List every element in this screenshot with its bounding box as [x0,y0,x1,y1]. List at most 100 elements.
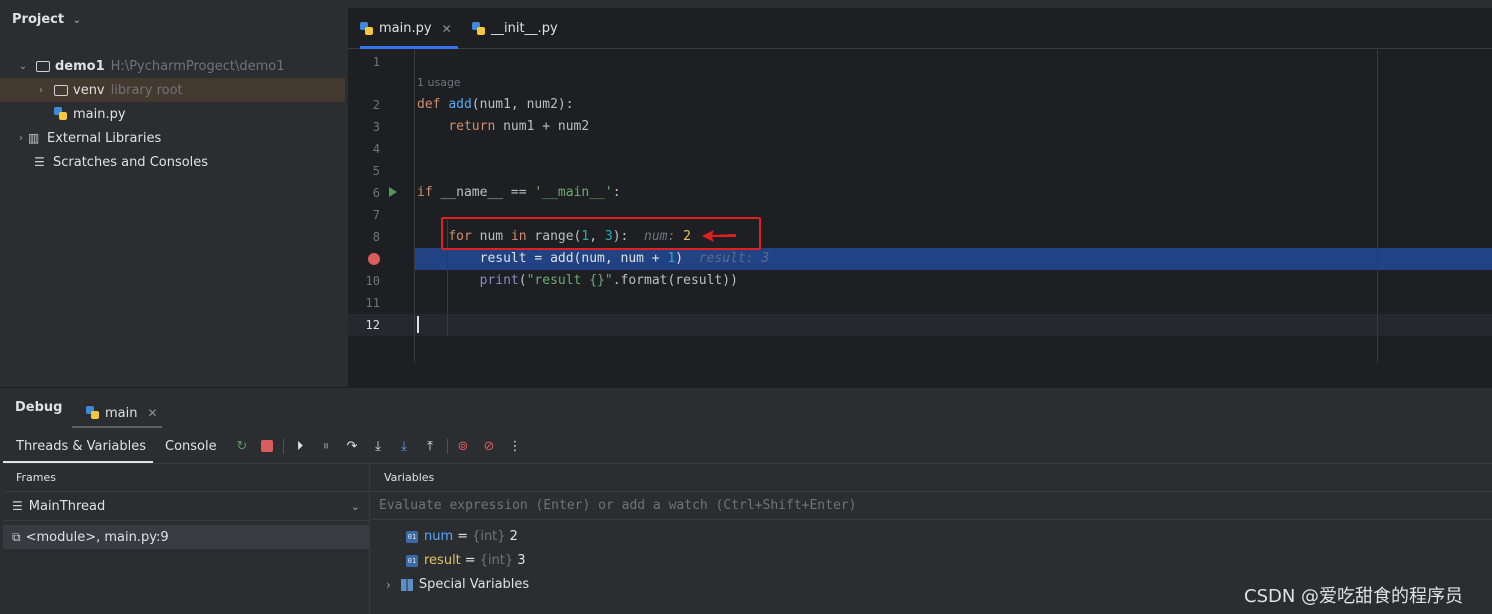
code-token: .format(result)) [612,273,738,288]
pause-icon[interactable]: ⏸ [317,437,335,455]
tab-threads-variables[interactable]: Threads & Variables [16,439,146,454]
variable-name: result [424,553,461,568]
tree-item-label: demo1 [55,58,105,74]
tree-item-external-libraries[interactable]: › ▥ External Libraries [0,126,345,150]
line-number: 12 [365,318,380,332]
chevron-down-icon: ⌄ [350,499,360,513]
step-into-my-code-icon[interactable]: ⤓ [395,437,413,455]
thread-icon: ☰ [12,499,23,513]
tree-item-note: library root [110,82,183,98]
top-strip [0,0,1492,8]
grid-icon [400,578,413,591]
tree-item-scratches[interactable]: ☰ Scratches and Consoles [0,150,345,174]
frame-icon: ⧉ [12,529,21,544]
evaluate-expression-input[interactable]: Evaluate expression (Enter) or add a wat… [371,492,1492,520]
folder-icon [36,60,50,72]
watermark: CSDN @爱吃甜食的程序员 [1244,586,1464,607]
line-number: 7 [372,208,380,222]
code-line-2[interactable]: def add(num1, num2): [417,97,574,112]
rerun-icon[interactable]: ↻ [233,437,251,455]
code-token: result = add(num, num + [479,251,668,266]
scratches-icon: ☰ [34,155,45,169]
variable-type: {int} [479,553,514,568]
current-line-highlight [348,314,1492,336]
resume-icon[interactable]: ⏵ [291,437,309,455]
code-token: def [417,97,441,112]
view-breakpoints-icon[interactable]: ⊚ [454,437,472,455]
code-line-9[interactable]: result = add(num, num + 1) result: 3 [417,251,770,266]
line-number-gutter[interactable]: 1 2 3 4 5 6 7 8 10 11 12 [348,50,414,363]
tree-item-label: venv [73,82,105,98]
variable-special-variables[interactable]: › Special Variables [386,577,529,592]
code-token: ) [675,251,684,266]
tab-init-py[interactable]: __init__.py [472,8,558,49]
tree-item-demo1[interactable]: ⌄ demo1 H:\PycharmProgect\demo1 [0,54,345,78]
tree-item-venv[interactable]: › venv library root [0,78,345,102]
chevron-right-icon[interactable]: › [386,578,391,592]
tab-console[interactable]: Console [165,439,217,454]
mute-breakpoints-icon[interactable]: ⊘ [480,437,498,455]
close-icon[interactable]: ✕ [147,406,157,420]
debug-title: Debug [15,400,63,415]
toolbar-separator [447,439,448,454]
tab-main-py[interactable]: main.py ✕ [360,8,458,49]
more-options-icon[interactable]: ⋮ [506,437,524,455]
chevron-down-icon[interactable]: ⌄ [16,61,30,72]
chevron-right-icon[interactable]: › [34,85,48,96]
python-file-icon [472,21,486,36]
annotation-arrow-icon [702,230,736,242]
line-number: 4 [372,142,380,156]
run-gutter-icon[interactable] [389,187,397,197]
usage-hint[interactable]: 1 usage [417,76,461,89]
int-type-icon: 01 [406,554,418,567]
int-type-icon: 01 [406,530,418,543]
code-token: num1 + num2 [495,119,590,134]
code-token: if [417,185,433,200]
tree-item-main-py[interactable]: main.py [0,102,345,126]
tab-label: main.py [379,21,432,36]
thread-name: MainThread [28,498,106,514]
debug-session-tab[interactable]: main ✕ [86,398,158,428]
frame-label: <module>, main.py:9 [25,529,169,545]
line-number: 5 [372,164,380,178]
folder-icon [54,84,68,96]
code-token: '__main__' [534,185,613,200]
step-into-icon[interactable]: ⤓ [369,437,387,455]
breakpoint-icon[interactable] [368,253,380,265]
python-file-icon [360,21,374,36]
line-number: 11 [365,296,380,310]
step-out-icon[interactable]: ⤒ [421,437,439,455]
text-caret [417,316,419,333]
code-token: "result {}" [526,273,613,288]
chevron-right-icon[interactable]: › [14,133,28,144]
session-tab-underline [72,426,162,428]
inline-value-hint: result: 3 [698,251,770,266]
tree-item-label: main.py [73,106,126,122]
editor-tab-bar: main.py ✕ __init__.py [348,8,1492,49]
code-token: ( [518,273,527,288]
variable-result[interactable]: 01 result = {int} 3 [406,553,525,568]
code-token: return [448,119,496,134]
code-token: (num1, num2): [471,97,574,112]
stop-icon[interactable] [258,437,276,455]
frame-item[interactable]: ⧉ <module>, main.py:9 [3,525,370,549]
variable-type: {int} [472,529,506,544]
gutter-separator [414,50,415,363]
line-number: 10 [365,274,380,288]
chevron-down-icon: ⌄ [72,15,81,26]
evaluate-placeholder: Evaluate expression (Enter) or add a wat… [379,498,857,513]
step-over-icon[interactable]: ↷ [343,437,361,455]
code-line-3[interactable]: return num1 + num2 [417,119,589,134]
thread-selector[interactable]: ☰ MainThread ⌄ [3,491,370,521]
tree-item-label: Scratches and Consoles [53,154,209,170]
variable-num[interactable]: 01 num = {int} 2 [406,529,518,544]
line-number: 1 [372,55,380,69]
line-number: 3 [372,120,380,134]
code-line-6[interactable]: if __name__ == '__main__': [417,185,621,200]
project-header[interactable]: Project ⌄ [12,12,81,27]
code-token: : [612,185,621,200]
close-icon[interactable]: ✕ [442,22,452,36]
code-line-10[interactable]: print("result {}".format(result)) [417,273,738,288]
variable-name: num [424,529,454,544]
right-margin-guide [1377,50,1378,363]
